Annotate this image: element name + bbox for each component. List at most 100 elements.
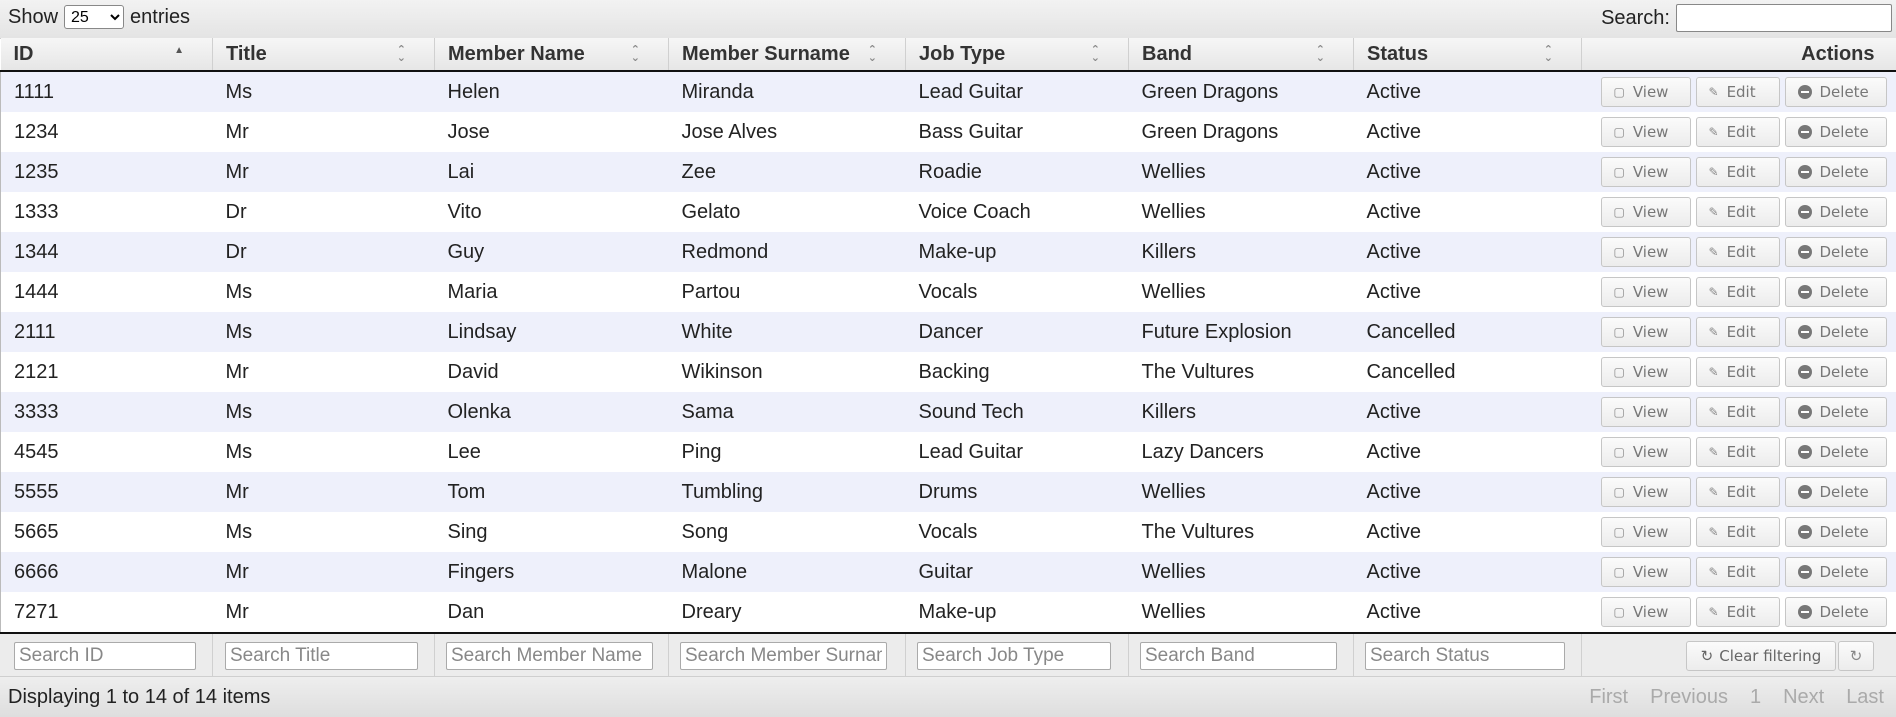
view-button[interactable]: ▢View — [1601, 517, 1691, 547]
clear-filtering-button[interactable]: ↻ Clear filtering — [1686, 641, 1836, 671]
view-button[interactable]: ▢View — [1601, 77, 1691, 107]
minus-circle-icon — [1798, 245, 1812, 259]
delete-button[interactable]: Delete — [1785, 237, 1887, 267]
edit-button[interactable]: ✎Edit — [1696, 77, 1780, 107]
delete-button[interactable]: Delete — [1785, 157, 1887, 187]
column-header-member-surname[interactable]: Member Surname⌃⌄ — [669, 38, 906, 71]
edit-button[interactable]: ✎Edit — [1696, 277, 1780, 307]
cell-actions: ▢View✎EditDelete — [1582, 552, 1896, 592]
delete-button[interactable]: Delete — [1785, 117, 1887, 147]
cell-band: Killers — [1129, 392, 1354, 432]
delete-button[interactable]: Delete — [1785, 77, 1887, 107]
first-page-button[interactable]: First — [1589, 686, 1628, 709]
view-label: View — [1633, 483, 1669, 501]
edit-button[interactable]: ✎Edit — [1696, 317, 1780, 347]
page-number-button[interactable]: 1 — [1750, 686, 1761, 709]
cell-member-name: Lindsay — [435, 312, 669, 352]
view-button[interactable]: ▢View — [1601, 237, 1691, 267]
table-row: 1333DrVitoGelatoVoice CoachWelliesActive… — [1, 192, 1896, 232]
column-header-status[interactable]: Status⌃⌄ — [1354, 38, 1582, 71]
view-button[interactable]: ▢View — [1601, 397, 1691, 427]
delete-button[interactable]: Delete — [1785, 317, 1887, 347]
previous-page-button[interactable]: Previous — [1650, 686, 1728, 709]
filter-input-status[interactable] — [1365, 642, 1565, 670]
edit-button[interactable]: ✎Edit — [1696, 557, 1780, 587]
refresh-small-icon: ↻ — [1701, 647, 1714, 665]
pencil-icon: ✎ — [1709, 525, 1719, 539]
pencil-icon: ✎ — [1709, 565, 1719, 579]
edit-label: Edit — [1727, 443, 1756, 461]
edit-button[interactable]: ✎Edit — [1696, 117, 1780, 147]
last-page-button[interactable]: Last — [1846, 686, 1884, 709]
view-button[interactable]: ▢View — [1601, 277, 1691, 307]
cell-job-type: Backing — [906, 352, 1129, 392]
filter-input-id[interactable] — [14, 642, 196, 670]
edit-button[interactable]: ✎Edit — [1696, 597, 1780, 627]
view-button[interactable]: ▢View — [1601, 477, 1691, 507]
view-button[interactable]: ▢View — [1601, 317, 1691, 347]
view-label: View — [1633, 443, 1669, 461]
delete-button[interactable]: Delete — [1785, 477, 1887, 507]
column-header-id[interactable]: ID▲ — [1, 38, 213, 71]
delete-button[interactable]: Delete — [1785, 597, 1887, 627]
delete-button[interactable]: Delete — [1785, 437, 1887, 467]
cell-member-name: Helen — [435, 71, 669, 112]
cell-id: 5555 — [1, 472, 213, 512]
filter-input-band[interactable] — [1140, 642, 1337, 670]
refresh-button[interactable]: ↻ — [1838, 641, 1874, 671]
cell-title: Ms — [213, 71, 435, 112]
search-input[interactable] — [1676, 4, 1892, 32]
view-button[interactable]: ▢View — [1601, 197, 1691, 227]
cell-job-type: Guitar — [906, 552, 1129, 592]
cell-id: 2121 — [1, 352, 213, 392]
view-button[interactable]: ▢View — [1601, 157, 1691, 187]
view-button[interactable]: ▢View — [1601, 437, 1691, 467]
pencil-icon: ✎ — [1709, 165, 1719, 179]
filter-input-member-name[interactable] — [446, 642, 653, 670]
filter-input-title[interactable] — [225, 642, 418, 670]
edit-button[interactable]: ✎Edit — [1696, 197, 1780, 227]
edit-button[interactable]: ✎ Edit — [1696, 157, 1780, 187]
edit-button[interactable]: ✎Edit — [1696, 517, 1780, 547]
minus-circle-icon — [1798, 485, 1812, 499]
edit-label: Edit — [1727, 163, 1756, 181]
sort-ascending-icon: ▲ — [174, 46, 184, 55]
document-icon: ▢ — [1614, 205, 1625, 219]
column-header-job-type[interactable]: Job Type⌃⌄ — [906, 38, 1129, 71]
column-header-member-name[interactable]: Member Name⌃⌄ — [435, 38, 669, 71]
filter-input-member-surname[interactable] — [680, 642, 887, 670]
delete-button[interactable]: Delete — [1785, 197, 1887, 227]
edit-label: Edit — [1727, 363, 1756, 381]
edit-label: Edit — [1727, 83, 1756, 101]
view-button[interactable]: ▢View — [1601, 117, 1691, 147]
cell-member-surname: Partou — [669, 272, 906, 312]
pencil-icon: ✎ — [1709, 325, 1719, 339]
delete-button[interactable]: Delete — [1785, 277, 1887, 307]
view-button[interactable]: ▢View — [1601, 597, 1691, 627]
column-header-band[interactable]: Band⌃⌄ — [1129, 38, 1354, 71]
edit-button[interactable]: ✎Edit — [1696, 397, 1780, 427]
cell-status: Cancelled — [1354, 352, 1582, 392]
page-length-select[interactable]: 102550100 — [64, 5, 124, 29]
cell-actions: ▢View✎EditDelete — [1582, 592, 1896, 632]
minus-circle-icon — [1798, 285, 1812, 299]
global-search: Search: — [1601, 4, 1892, 32]
view-button[interactable]: ▢View — [1601, 557, 1691, 587]
delete-button[interactable]: Delete — [1785, 517, 1887, 547]
column-header-label: Title — [226, 43, 267, 65]
edit-button[interactable]: ✎Edit — [1696, 477, 1780, 507]
sort-both-icon: ⌃⌄ — [1544, 46, 1553, 62]
view-button[interactable]: ▢View — [1601, 357, 1691, 387]
delete-button[interactable]: Delete — [1785, 557, 1887, 587]
edit-button[interactable]: ✎Edit — [1696, 357, 1780, 387]
edit-button[interactable]: ✎Edit — [1696, 437, 1780, 467]
column-header-title[interactable]: Title⌃⌄ — [213, 38, 435, 71]
filter-input-job-type[interactable] — [917, 642, 1111, 670]
cell-band: Wellies — [1129, 592, 1354, 632]
document-icon: ▢ — [1614, 85, 1625, 99]
delete-button[interactable]: Delete — [1785, 397, 1887, 427]
edit-button[interactable]: ✎Edit — [1696, 237, 1780, 267]
next-page-button[interactable]: Next — [1783, 686, 1824, 709]
table-row: 5555MrTomTumblingDrumsWelliesActive▢View… — [1, 472, 1896, 512]
delete-button[interactable]: Delete — [1785, 357, 1887, 387]
